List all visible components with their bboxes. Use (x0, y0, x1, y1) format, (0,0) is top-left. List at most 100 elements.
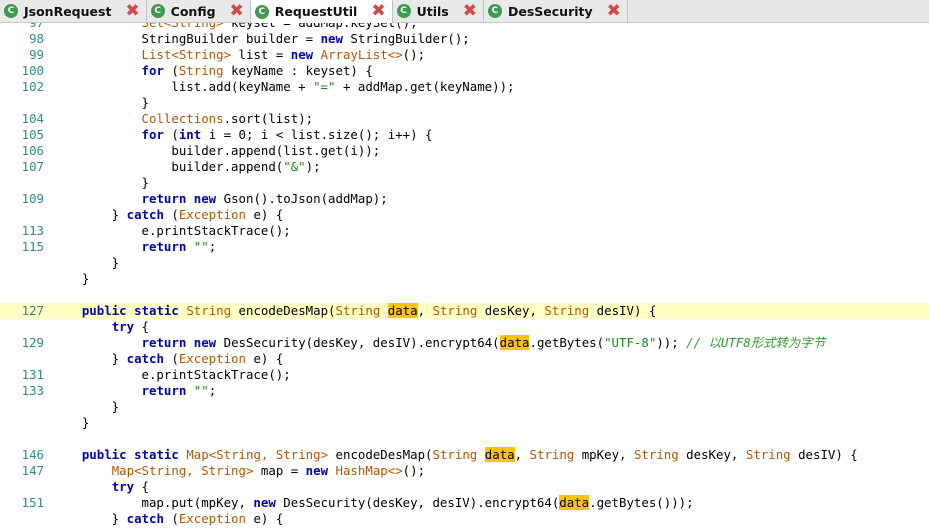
occurrence-highlight: data (484, 447, 515, 462)
current-code-line[interactable]: 127 public static String encodeDesMap(St… (0, 303, 929, 319)
code-token: e) { (245, 351, 284, 366)
code-line[interactable]: 113 e.printStackTrace(); (0, 223, 929, 239)
code-line[interactable]: 107 builder.append("&"); (0, 159, 929, 175)
code-token: { (134, 479, 149, 494)
code-line[interactable]: 129 return new DesSecurity(desKey, desIV… (0, 335, 929, 351)
code-token: map.put(mpKey, (52, 495, 254, 510)
code-token: mpKey, (574, 447, 634, 462)
line-number: 113 (21, 223, 44, 238)
code-token: String (178, 63, 224, 78)
code-token: int (178, 127, 202, 142)
code-token: Collections (141, 111, 224, 126)
code-text: for (String keyName : keyset) { (52, 63, 373, 79)
code-line[interactable]: } (0, 175, 929, 191)
code-line[interactable]: 109 return new Gson().toJson(addMap); (0, 191, 929, 207)
line-number: 109 (21, 191, 44, 206)
code-line[interactable]: 115 return ""; (0, 239, 929, 255)
code-line[interactable]: } (0, 95, 929, 111)
code-token: , (514, 447, 530, 462)
line-number: 147 (21, 463, 44, 478)
class-icon: C (150, 4, 165, 18)
code-line[interactable]: 105 for (int i = 0; i < list.size(); i++… (0, 127, 929, 143)
code-line[interactable]: 131 e.printStackTrace(); (0, 367, 929, 383)
code-line[interactable]: } (0, 271, 929, 287)
code-line[interactable]: 106 builder.append(list.get(i)); (0, 143, 929, 159)
code-token: new (253, 495, 276, 510)
code-token: "UTF-8" (604, 335, 657, 350)
close-tab-icon[interactable]: ✖ (371, 3, 385, 20)
code-token: DesSecurity(desKey, desIV).encrypt64( (275, 495, 560, 510)
code-token: keyset = addMap.keySet(); (224, 23, 418, 30)
code-line[interactable]: try { (0, 319, 929, 335)
code-line[interactable]: 146 public static Map<String, String> en… (0, 447, 929, 463)
code-text: builder.append(list.get(i)); (52, 143, 380, 159)
line-number: 100 (21, 63, 44, 78)
code-text: e.printStackTrace(); (52, 223, 291, 239)
code-line[interactable]: 133 return ""; (0, 383, 929, 399)
code-token: for (141, 63, 164, 78)
code-line[interactable]: 104 Collections.sort(list); (0, 111, 929, 127)
code-token: } (52, 175, 149, 190)
tab-config[interactable]: C Config ✖ (146, 0, 251, 22)
code-line[interactable]: } (0, 399, 929, 415)
code-token: (); (402, 463, 426, 478)
close-tab-icon[interactable]: ✖ (125, 2, 139, 20)
code-token: ( (163, 63, 179, 78)
code-line[interactable]: 100 for (String keyName : keyset) { (0, 63, 929, 79)
code-line[interactable]: 97 Set<String> keyset = addMap.keySet(); (0, 23, 929, 31)
code-line[interactable]: 99 List<String> list = new ArrayList<>()… (0, 47, 929, 63)
code-token: new (305, 463, 329, 478)
code-token: e.printStackTrace(); (52, 367, 291, 382)
code-text: } (52, 255, 119, 271)
tab-utils[interactable]: C Utils ✖ (392, 0, 484, 22)
code-token: ArrayList<> (320, 47, 403, 62)
code-text: Set<String> keyset = addMap.keySet(); (52, 23, 418, 31)
code-editor[interactable]: 97 Set<String> keyset = addMap.keySet();… (0, 23, 929, 531)
code-line[interactable]: 151 map.put(mpKey, new DesSecurity(desKe… (0, 495, 929, 511)
code-text: } catch (Exception e) { (52, 207, 284, 223)
code-token: map = (253, 463, 306, 478)
close-tab-icon[interactable]: ✖ (463, 2, 477, 20)
code-token: try (111, 479, 135, 494)
code-line[interactable] (0, 431, 929, 447)
code-text: StringBuilder builder = new StringBuilde… (52, 31, 470, 47)
line-number: 104 (21, 111, 44, 126)
code-line[interactable]: } catch (Exception e) { (0, 351, 929, 367)
code-text: for (int i = 0; i < list.size(); i++) { (52, 127, 433, 143)
tab-requestutil[interactable]: C RequestUtil ✖ (250, 0, 393, 23)
code-token: } (52, 255, 120, 270)
code-line[interactable]: } catch (Exception e) { (0, 511, 929, 527)
code-line[interactable]: 98 StringBuilder builder = new StringBui… (0, 31, 929, 47)
code-line[interactable]: } (0, 415, 929, 431)
tab-label: Utils (416, 3, 449, 19)
tab-dessecurity[interactable]: C DesSecurity ✖ (483, 0, 628, 22)
code-line[interactable] (0, 287, 929, 303)
code-line[interactable]: 147 Map<String, String> map = new HashMa… (0, 463, 929, 479)
tab-jsonrequest[interactable]: C JsonRequest ✖ (0, 0, 147, 22)
code-text: public static Map<String, String> encode… (52, 447, 858, 463)
occurrence-highlight: data (499, 335, 530, 350)
code-text: } (52, 415, 89, 431)
code-line[interactable]: try { (0, 479, 929, 495)
code-line[interactable]: } catch (Exception e) { (0, 207, 929, 223)
close-tab-icon[interactable]: ✖ (607, 2, 621, 20)
code-token: ; (208, 239, 217, 254)
code-token: ); (305, 159, 321, 174)
code-token: e) { (245, 511, 284, 526)
code-line[interactable]: 102 list.add(keyName + "=" + addMap.get(… (0, 79, 929, 95)
code-token: String (745, 447, 791, 462)
line-number: 99 (29, 47, 44, 62)
code-line[interactable]: } (0, 255, 929, 271)
code-token: } (52, 511, 127, 526)
code-text: } (52, 271, 89, 287)
close-tab-icon[interactable]: ✖ (230, 2, 244, 20)
code-token: builder.append( (52, 159, 284, 174)
code-token: catch (126, 351, 164, 366)
code-token: StringBuilder builder = (52, 31, 321, 46)
